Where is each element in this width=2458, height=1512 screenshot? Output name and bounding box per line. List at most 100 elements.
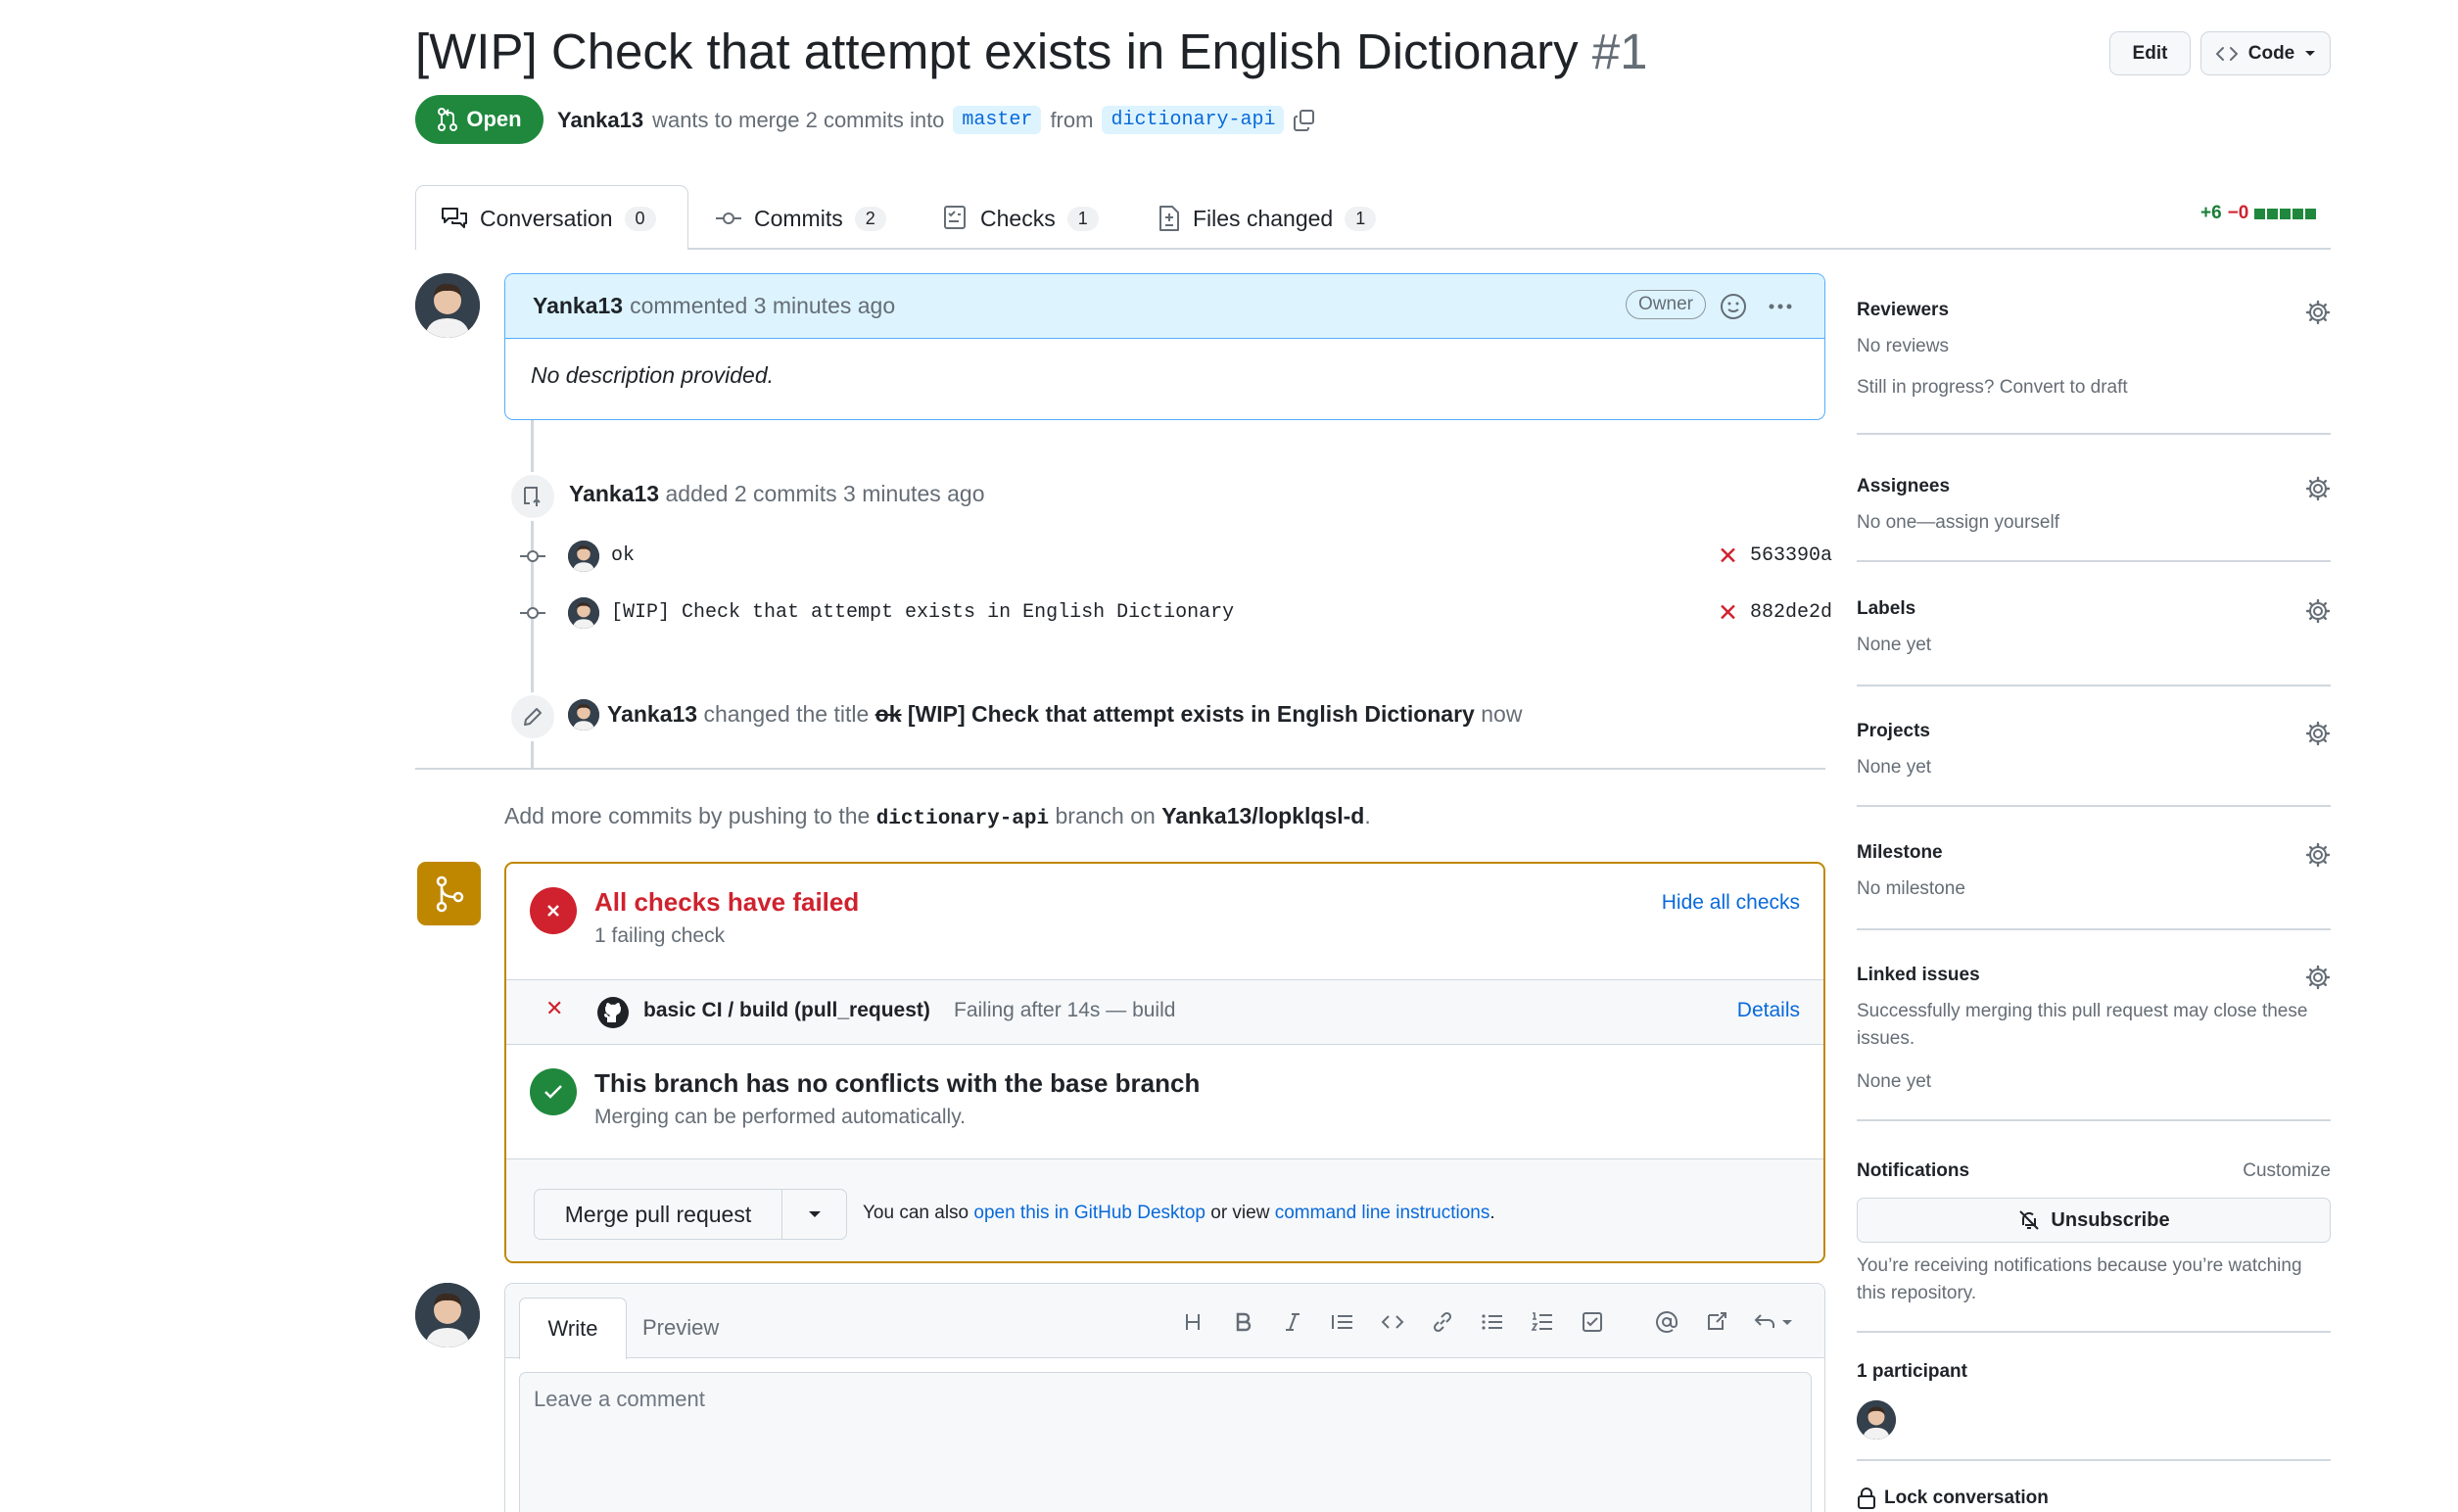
comment-header: Yanka13 commented 3 minutes ago Owner xyxy=(505,274,1824,339)
hint-text: or view xyxy=(1210,1203,1270,1223)
code-label: Code xyxy=(2247,42,2295,64)
timeline-divider xyxy=(415,768,1825,770)
tab-label: Files changed xyxy=(1193,205,1334,231)
base-branch[interactable]: master xyxy=(953,106,1042,134)
tab-label: Conversation xyxy=(480,205,613,231)
commit-message[interactable]: [WIP] Check that attempt exists in Engli… xyxy=(611,601,1234,624)
copy-icon[interactable] xyxy=(1293,109,1316,132)
lock-icon xyxy=(1857,1487,1876,1510)
smiley-icon[interactable] xyxy=(1719,292,1748,321)
event-author[interactable]: Yanka13 xyxy=(569,481,659,506)
sidebar-divider xyxy=(1857,928,2331,930)
checklist-icon xyxy=(943,205,969,232)
lock-conversation-link[interactable]: Lock conversation xyxy=(1857,1487,2331,1510)
comment-meta[interactable]: commented 3 minutes ago xyxy=(630,293,895,319)
bold-icon[interactable] xyxy=(1228,1307,1257,1337)
gear-icon[interactable] xyxy=(2305,721,2331,746)
italic-icon[interactable] xyxy=(1278,1307,1307,1337)
merge-method-dropdown[interactable] xyxy=(782,1190,846,1239)
diffstat-additions: +6 xyxy=(2200,203,2222,223)
gear-icon[interactable] xyxy=(2305,842,2331,868)
sidebar-divider xyxy=(1857,685,2331,686)
commit-sha[interactable]: 882de2d xyxy=(1750,601,1832,624)
repo-link[interactable]: Yanka13/lopklqsl-d xyxy=(1161,803,1364,828)
mention-icon[interactable] xyxy=(1652,1307,1681,1337)
avatar[interactable] xyxy=(415,273,480,338)
merge-text: wants to merge 2 commits into xyxy=(652,107,945,132)
gear-icon[interactable] xyxy=(2305,300,2331,325)
diffstat-block xyxy=(2254,208,2266,219)
event-author[interactable]: Yanka13 xyxy=(607,701,697,727)
code-button[interactable]: Code xyxy=(2200,31,2331,75)
details-link[interactable]: Details xyxy=(1737,999,1800,1022)
tasklist-icon[interactable] xyxy=(1578,1307,1607,1337)
kebab-horizontal-icon[interactable] xyxy=(1766,292,1795,321)
comment-editor: Write Preview Leave a comment xyxy=(504,1283,1825,1512)
edit-button[interactable]: Edit xyxy=(2109,31,2191,75)
heading-icon[interactable] xyxy=(1178,1307,1207,1337)
avatar[interactable] xyxy=(568,699,599,731)
quote-icon[interactable] xyxy=(1328,1307,1357,1337)
github-desktop-link[interactable]: open this in GitHub Desktop xyxy=(973,1203,1205,1223)
merge-button-group: Merge pull request xyxy=(534,1189,847,1240)
owner-badge: Owner xyxy=(1626,290,1706,319)
tab-checks[interactable]: Checks 1 xyxy=(943,199,1099,238)
code-icon[interactable] xyxy=(1378,1307,1407,1337)
merge-pull-request-button[interactable]: Merge pull request xyxy=(535,1190,782,1239)
sidebar-heading[interactable]: Reviewers xyxy=(1857,300,2331,321)
convert-to-draft-link[interactable]: Still in progress? Convert to draft xyxy=(1857,374,2331,402)
sidebar-heading[interactable]: Assignees xyxy=(1857,476,2331,497)
tab-files-changed[interactable]: Files changed 1 xyxy=(1158,199,1377,238)
status-label: Open xyxy=(466,107,522,131)
cross-reference-icon[interactable] xyxy=(1702,1307,1731,1337)
avatar[interactable] xyxy=(1857,1400,1896,1440)
customize-link[interactable]: Customize xyxy=(2243,1158,2331,1185)
diffstat-deletions: −0 xyxy=(2227,203,2249,223)
commit-message[interactable]: ok xyxy=(611,544,635,567)
git-commit-icon xyxy=(519,603,546,623)
avatar[interactable] xyxy=(568,597,599,629)
comment-author[interactable]: Yanka13 xyxy=(533,293,623,319)
link-icon[interactable] xyxy=(1428,1307,1457,1337)
hide-checks-link[interactable]: Hide all checks xyxy=(1662,891,1800,915)
list-unordered-icon[interactable] xyxy=(1478,1307,1507,1337)
old-title: ok xyxy=(874,701,902,727)
comment-discussion-icon xyxy=(441,206,468,231)
checks-section: All checks have failed 1 failing check H… xyxy=(506,864,1823,980)
unsubscribe-label: Unsubscribe xyxy=(2051,1208,2170,1231)
tab-count: 1 xyxy=(1345,206,1377,231)
hint-text: . xyxy=(1489,1203,1495,1223)
command-line-link[interactable]: command line instructions xyxy=(1275,1203,1490,1223)
comment-textarea[interactable]: Leave a comment xyxy=(519,1372,1812,1512)
avatar[interactable] xyxy=(415,1283,480,1347)
gear-icon[interactable] xyxy=(2305,598,2331,624)
merge-from-text: from xyxy=(1050,107,1094,132)
event-time[interactable]: now xyxy=(1481,701,1522,727)
note-text: Add more commits by pushing to the xyxy=(504,803,871,828)
sidebar-heading[interactable]: Milestone xyxy=(1857,842,2331,864)
tab-conversation[interactable]: Conversation 0 xyxy=(441,199,656,238)
tab-commits[interactable]: Commits 2 xyxy=(715,199,886,238)
notification-reason: You’re receiving notifications because y… xyxy=(1857,1255,2302,1303)
pencil-icon xyxy=(508,692,557,741)
unsubscribe-button[interactable]: Unsubscribe xyxy=(1857,1198,2331,1243)
sidebar-heading[interactable]: Projects xyxy=(1857,721,2331,742)
x-icon[interactable]: ✕ xyxy=(1718,598,1738,627)
tab-write[interactable]: Write xyxy=(519,1298,627,1359)
reply-icon[interactable] xyxy=(1752,1307,1797,1337)
commit-sha[interactable]: 563390a xyxy=(1750,544,1832,567)
author-link[interactable]: Yanka13 xyxy=(557,108,643,133)
gear-icon[interactable] xyxy=(2305,965,2331,990)
sidebar-value: None yet xyxy=(1857,635,1932,655)
diffstat-block xyxy=(2267,208,2279,219)
list-ordered-icon[interactable] xyxy=(1528,1307,1557,1337)
assign-yourself-link[interactable]: No one—assign yourself xyxy=(1857,509,2331,537)
head-branch[interactable]: dictionary-api xyxy=(1102,106,1285,134)
tab-preview[interactable]: Preview xyxy=(642,1315,719,1341)
avatar[interactable] xyxy=(568,541,599,572)
sidebar-divider xyxy=(1857,805,2331,807)
x-icon[interactable]: ✕ xyxy=(1718,542,1738,570)
gear-icon[interactable] xyxy=(2305,476,2331,501)
sidebar-heading[interactable]: Linked issues xyxy=(1857,965,2331,986)
sidebar-heading[interactable]: Labels xyxy=(1857,598,2331,620)
